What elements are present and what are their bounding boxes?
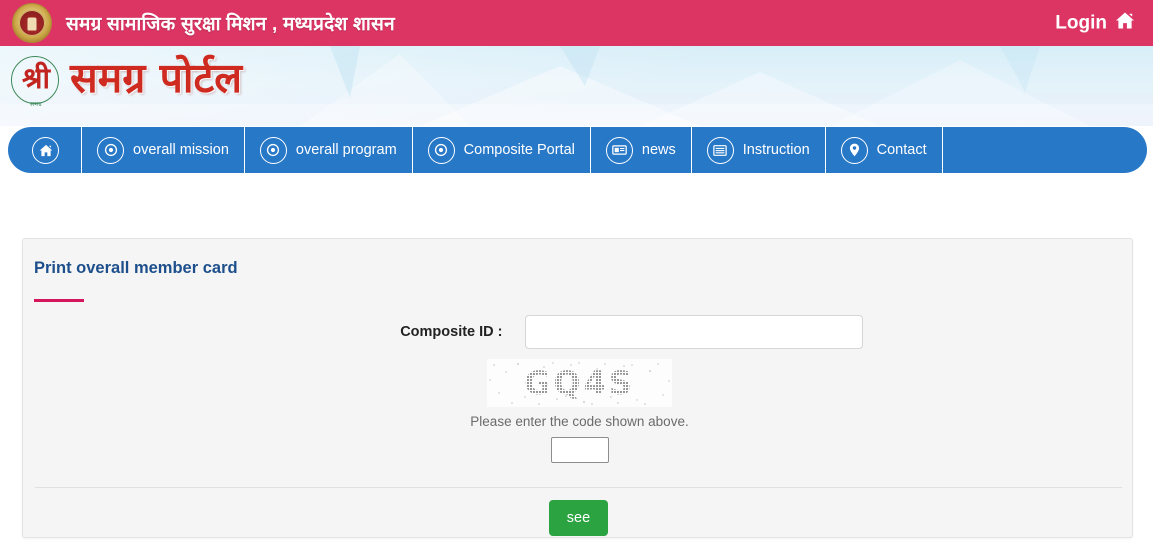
banner-strip: श्री समग्र समग्र पोर्टल [0,46,1153,126]
portal-logo-text: समग्र पोर्टल [70,53,243,102]
nav-item-instruction[interactable]: Instruction [692,127,826,173]
nav-item-overall-mission[interactable]: overall mission [82,127,245,173]
nav-item-contact[interactable]: Contact [826,127,943,173]
nav-item-label: news [641,142,676,158]
login-button[interactable]: Login [1055,12,1135,35]
target-circle-icon [97,136,124,164]
see-submit-button[interactable]: see [548,500,609,536]
list-lines-icon [706,136,734,164]
target-circle-icon [427,136,455,164]
nav-item-label: Contact [876,142,927,158]
composite-id-label: Composite ID : [400,324,503,340]
nav-item-news[interactable]: news [591,127,692,173]
page-title: Print overall member card [34,259,238,277]
home-icon [1115,12,1135,35]
nav-item-label: overall mission [133,142,229,158]
captcha-input[interactable] [550,437,609,463]
nav-item-label: Composite Portal [463,142,575,158]
title-underline [34,299,84,302]
target-circle-icon [259,136,287,164]
newspaper-icon [605,136,633,164]
mp-government-emblem-icon [12,3,52,43]
samagra-seal-sub: समग्र [30,101,42,108]
nav-item-label: overall program [295,142,397,158]
captcha-block: GQ4S Please enter the code shown above. [407,359,752,463]
composite-id-row: Composite ID : [23,315,1134,349]
nav-item-composite-portal[interactable]: Composite Portal [413,127,591,173]
samagra-seal-char: श्री [21,60,51,95]
captcha-hint-text: Please enter the code shown above. [470,414,689,429]
nav-item-home[interactable] [8,127,82,173]
composite-id-input[interactable] [524,315,863,349]
main-navigation-bar: overall mission overall program Composit… [8,127,1147,173]
submit-row: see [23,500,1134,536]
location-pin-icon [840,136,868,164]
captcha-image: GQ4S [487,359,672,407]
site-title-hindi: समग्र सामाजिक सुरक्षा मिशन , मध्यप्रदेश … [66,14,395,35]
login-label: Login [1055,12,1107,33]
nav-empty-space [943,127,1147,173]
portal-logo[interactable]: श्री समग्र समग्र पोर्टल [8,52,242,110]
panel-divider [35,487,1122,488]
print-member-card-panel: Print overall member card Composite ID : [22,238,1133,538]
home-icon [32,136,59,164]
top-header-bar: समग्र सामाजिक सुरक्षा मिशन , मध्यप्रदेश … [0,0,1153,46]
captcha-code-text: GQ4S [524,364,635,402]
samagra-seal-icon: श्री समग्र [8,52,64,110]
nav-item-label: Instruction [742,142,810,158]
nav-item-overall-program[interactable]: overall program [245,127,413,173]
